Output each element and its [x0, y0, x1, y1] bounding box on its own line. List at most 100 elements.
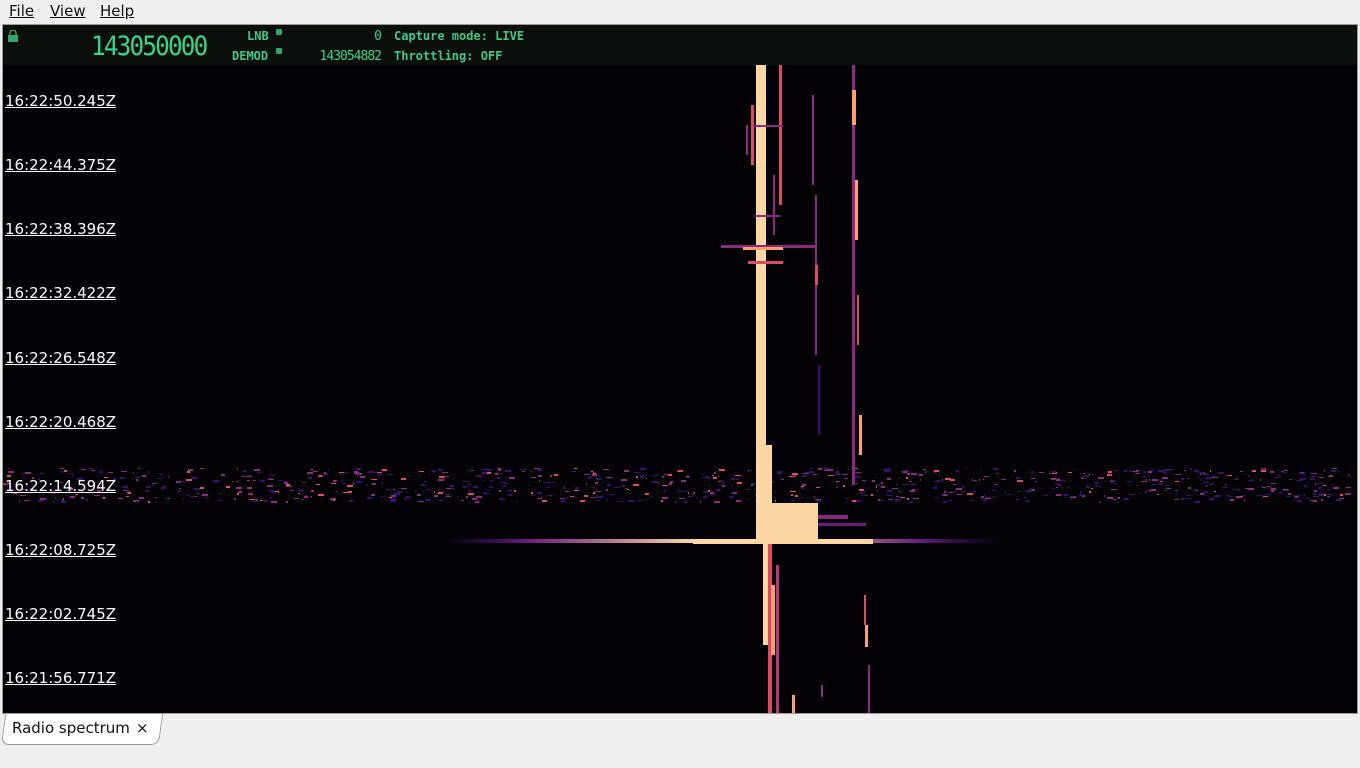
noise-speck [1086, 486, 1090, 488]
noise-speck [188, 469, 193, 471]
noise-speck [275, 491, 279, 492]
noise-speck [1151, 489, 1156, 491]
noise-speck [331, 483, 336, 484]
noise-speck [70, 496, 75, 498]
waterfall-display[interactable]: 16:22:50.245Z 16:22:44.375Z 16:22:38.396… [3, 65, 1357, 713]
noise-speck [145, 490, 149, 492]
noise-speck [909, 501, 913, 503]
noise-speck [935, 497, 938, 498]
timestamp-label[interactable]: 16:22:14.594Z [5, 477, 116, 495]
noise-speck [844, 478, 848, 479]
noise-speck [1260, 479, 1261, 481]
noise-speck [596, 478, 601, 480]
noise-speck [754, 488, 755, 489]
tab-radio-spectrum-label: Radio spectrum [12, 719, 130, 737]
timestamp-label[interactable]: 16:22:38.396Z [5, 220, 116, 238]
noise-speck [847, 469, 849, 470]
timestamp-label[interactable]: 16:22:50.245Z [5, 92, 116, 110]
noise-speck [543, 482, 549, 483]
noise-speck [424, 481, 427, 482]
noise-speck [596, 495, 597, 497]
noise-speck [1314, 490, 1317, 492]
noise-speck [489, 486, 493, 488]
menu-file[interactable]: File [9, 2, 34, 20]
lnb-lock-icon[interactable] [276, 29, 282, 35]
waterfall-canvas [3, 65, 1352, 713]
noise-speck [61, 500, 64, 501]
lnb-frequency-display[interactable]: 0 [303, 29, 382, 44]
noise-speck [534, 468, 540, 469]
noise-speck [302, 499, 303, 500]
noise-speck [1350, 493, 1352, 494]
menu-help[interactable]: Help [100, 2, 134, 20]
main-frequency-display[interactable]: 143050000 [91, 31, 208, 62]
noise-speck [816, 487, 820, 488]
noise-speck [190, 496, 195, 497]
close-icon[interactable]: × [136, 719, 149, 737]
timestamp-label[interactable]: 16:21:56.771Z [5, 669, 116, 687]
noise-speck [1338, 471, 1339, 473]
noise-speck [1124, 470, 1127, 472]
throttling-status: Throttling: OFF [394, 49, 503, 63]
demod-frequency-display[interactable]: 143054882 [303, 49, 382, 64]
noise-speck [1308, 487, 1309, 488]
noise-speck [1146, 479, 1147, 481]
noise-speck [824, 468, 825, 469]
noise-speck [81, 469, 86, 470]
timestamp-label[interactable]: 16:22:26.548Z [5, 349, 116, 367]
noise-speck [981, 496, 984, 498]
noise-speck [852, 500, 856, 502]
noise-speck [705, 476, 708, 478]
lock-icon[interactable] [7, 30, 19, 42]
noise-speck [1056, 479, 1060, 481]
noise-speck [943, 494, 947, 496]
noise-speck [353, 483, 354, 485]
noise-speck [993, 496, 994, 497]
noise-speck [1083, 475, 1089, 477]
noise-speck [1232, 489, 1236, 490]
noise-speck [218, 500, 222, 501]
timestamp-label[interactable]: 16:22:32.422Z [5, 284, 116, 302]
noise-speck [1021, 484, 1023, 485]
noise-speck [446, 496, 451, 497]
noise-speck [157, 478, 162, 479]
noise-speck [1079, 494, 1083, 496]
noise-speck [127, 493, 128, 495]
noise-speck [68, 473, 74, 474]
timestamp-label[interactable]: 16:22:20.468Z [5, 413, 116, 431]
noise-speck [1216, 495, 1221, 497]
noise-speck [846, 498, 848, 499]
noise-speck [816, 500, 822, 501]
noise-speck [973, 491, 976, 493]
noise-speck [668, 474, 672, 476]
noise-speck [371, 494, 375, 496]
noise-speck [856, 500, 861, 502]
noise-speck [670, 481, 673, 483]
noise-speck [574, 490, 579, 491]
noise-speck [1142, 476, 1146, 477]
timestamp-label[interactable]: 16:22:44.375Z [5, 156, 116, 174]
noise-speck [509, 477, 515, 479]
timestamp-label[interactable]: 16:22:02.745Z [5, 605, 116, 623]
noise-speck [962, 491, 965, 492]
noise-speck [487, 469, 492, 471]
noise-speck [1165, 490, 1167, 491]
menu-view[interactable]: View [50, 2, 86, 20]
demod-lock-icon[interactable] [276, 48, 282, 54]
noise-speck [534, 489, 535, 491]
noise-speck [575, 496, 576, 498]
noise-speck [335, 491, 338, 492]
noise-speck [1014, 470, 1016, 472]
noise-speck [192, 477, 198, 479]
noise-speck [466, 496, 468, 498]
wideband-burst [443, 503, 1003, 544]
noise-speck [1083, 473, 1085, 474]
noise-speck [1317, 483, 1323, 484]
noise-speck [1145, 491, 1146, 493]
noise-speck [1212, 477, 1218, 478]
noise-speck [956, 488, 962, 490]
timestamp-label[interactable]: 16:22:08.725Z [5, 541, 116, 559]
noise-speck [504, 483, 508, 484]
noise-speck [434, 495, 438, 497]
noise-speck [591, 497, 596, 498]
